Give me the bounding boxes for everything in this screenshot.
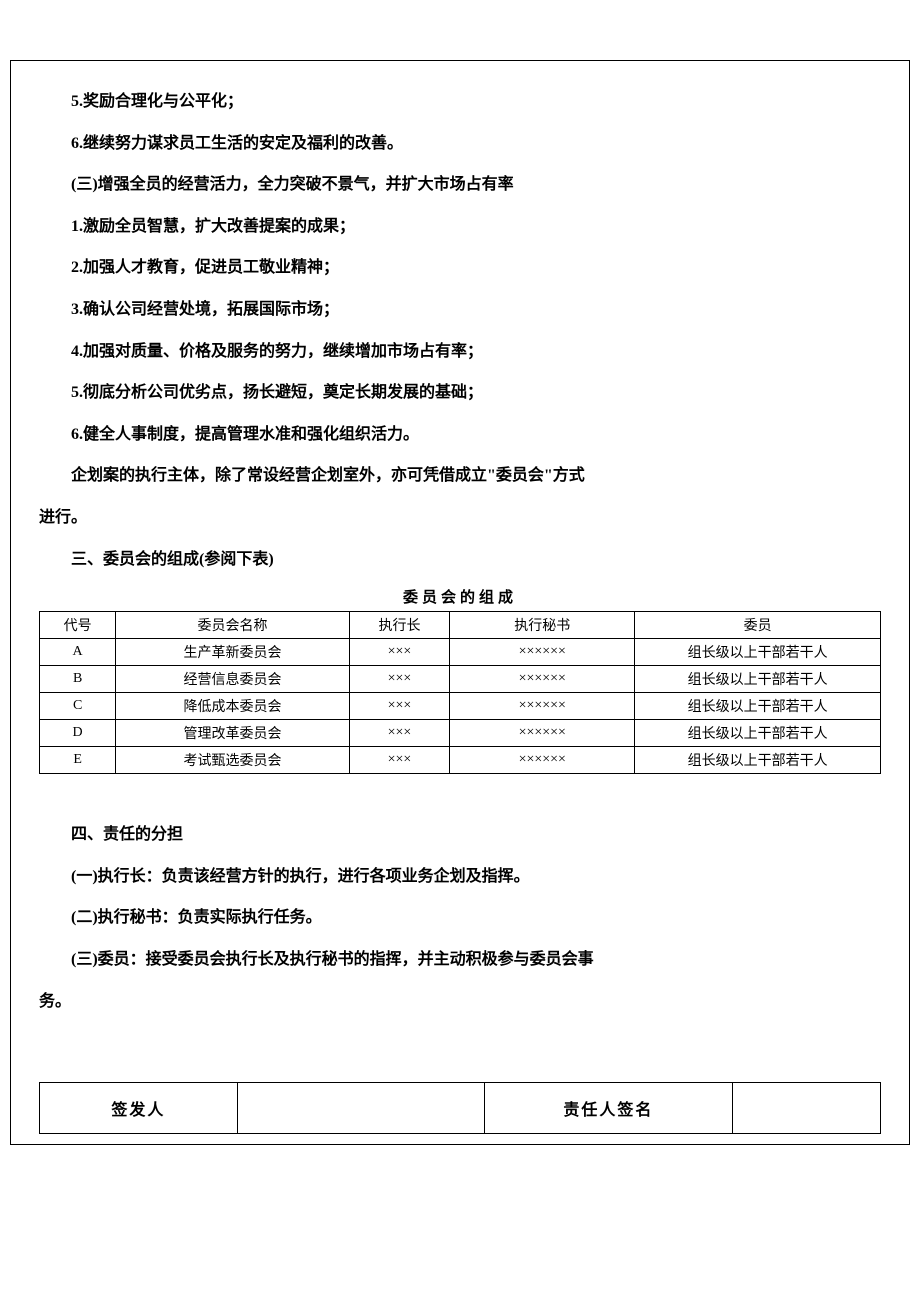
- cell-chief: ×××: [349, 693, 449, 720]
- th-member: 委员: [635, 612, 881, 639]
- heading-section-3: 三、委员会的组成(参阅下表): [39, 539, 881, 581]
- committee-table: 代号 委员会名称 执行长 执行秘书 委员 A 生产革新委员会 ××× ×××××…: [39, 611, 881, 774]
- blank-responsible-sign: [732, 1083, 880, 1134]
- th-chief: 执行长: [349, 612, 449, 639]
- text-item-3-1: 1.激励全员智慧，扩大改善提案的成果；: [39, 206, 881, 248]
- text-item-3-3: 3.确认公司经营处境，拓展国际市场；: [39, 289, 881, 331]
- text-resp-1: (一)执行长：负责该经营方针的执行，进行各项业务企划及指挥。: [39, 856, 881, 898]
- text-resp-3-line1: (三)委员：接受委员会执行长及执行秘书的指挥，并主动积极参与委员会事: [39, 939, 881, 981]
- cell-code: E: [40, 747, 116, 774]
- cell-member: 组长级以上干部若干人: [635, 693, 881, 720]
- cell-secretary: ××××××: [450, 720, 635, 747]
- cell-member: 组长级以上干部若干人: [635, 720, 881, 747]
- th-code: 代号: [40, 612, 116, 639]
- label-issuer: 签发人: [40, 1083, 238, 1134]
- heading-section-4: 四、责任的分担: [39, 814, 881, 856]
- text-resp-2: (二)执行秘书：负责实际执行任务。: [39, 897, 881, 939]
- cell-chief: ×××: [349, 639, 449, 666]
- table-row: C 降低成本委员会 ××× ×××××× 组长级以上干部若干人: [40, 693, 881, 720]
- signature-row: 签发人 责任人签名: [40, 1083, 881, 1134]
- text-item-3-4: 4.加强对质量、价格及服务的努力，继续增加市场占有率；: [39, 331, 881, 373]
- table-row: D 管理改革委员会 ××× ×××××× 组长级以上干部若干人: [40, 720, 881, 747]
- table-caption: 委员会的组成: [39, 586, 881, 607]
- th-name: 委员会名称: [116, 612, 350, 639]
- cell-name: 经营信息委员会: [116, 666, 350, 693]
- text-plan-note-line1: 企划案的执行主体，除了常设经营企划室外，亦可凭借成立"委员会"方式: [39, 455, 881, 497]
- cell-member: 组长级以上干部若干人: [635, 747, 881, 774]
- cell-name: 生产革新委员会: [116, 639, 350, 666]
- cell-secretary: ××××××: [450, 693, 635, 720]
- text-item-3-5: 5.彻底分析公司优劣点，扬长避短，奠定长期发展的基础；: [39, 372, 881, 414]
- cell-chief: ×××: [349, 720, 449, 747]
- text-item-3-6: 6.健全人事制度，提高管理水准和强化组织活力。: [39, 414, 881, 456]
- content-frame: 5.奖励合理化与公平化； 6.继续努力谋求员工生活的安定及福利的改善。 (三)增…: [10, 60, 910, 1145]
- text-item-6: 6.继续努力谋求员工生活的安定及福利的改善。: [39, 123, 881, 165]
- table-row: A 生产革新委员会 ××× ×××××× 组长级以上干部若干人: [40, 639, 881, 666]
- cell-member: 组长级以上干部若干人: [635, 666, 881, 693]
- cell-secretary: ××××××: [450, 747, 635, 774]
- text-subhead-3: (三)增强全员的经营活力，全力突破不景气，并扩大市场占有率: [39, 164, 881, 206]
- cell-chief: ×××: [349, 747, 449, 774]
- cell-code: B: [40, 666, 116, 693]
- cell-code: A: [40, 639, 116, 666]
- spacer: [39, 774, 881, 814]
- cell-name: 降低成本委员会: [116, 693, 350, 720]
- cell-name: 管理改革委员会: [116, 720, 350, 747]
- cell-code: C: [40, 693, 116, 720]
- cell-name: 考试甄选委员会: [116, 747, 350, 774]
- cell-member: 组长级以上干部若干人: [635, 639, 881, 666]
- label-responsible-sign: 责任人签名: [485, 1083, 732, 1134]
- table-header-row: 代号 委员会名称 执行长 执行秘书 委员: [40, 612, 881, 639]
- table-row: E 考试甄选委员会 ××× ×××××× 组长级以上干部若干人: [40, 747, 881, 774]
- text-item-5: 5.奖励合理化与公平化；: [39, 81, 881, 123]
- th-secretary: 执行秘书: [450, 612, 635, 639]
- cell-code: D: [40, 720, 116, 747]
- blank-issuer: [237, 1083, 484, 1134]
- text-plan-note-line2: 进行。: [39, 497, 881, 539]
- text-resp-3-line2: 务。: [39, 981, 881, 1023]
- table-row: B 经营信息委员会 ××× ×××××× 组长级以上干部若干人: [40, 666, 881, 693]
- cell-secretary: ××××××: [450, 666, 635, 693]
- cell-secretary: ××××××: [450, 639, 635, 666]
- page-root: 5.奖励合理化与公平化； 6.继续努力谋求员工生活的安定及福利的改善。 (三)增…: [0, 60, 920, 1145]
- cell-chief: ×××: [349, 666, 449, 693]
- signature-table: 签发人 责任人签名: [39, 1082, 881, 1134]
- text-item-3-2: 2.加强人才教育，促进员工敬业精神；: [39, 247, 881, 289]
